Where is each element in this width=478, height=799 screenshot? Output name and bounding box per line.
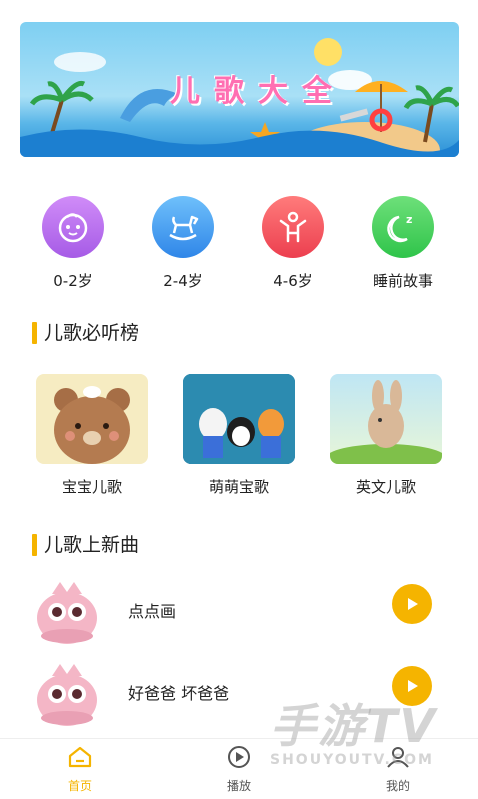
card-cute-songs[interactable]: 萌萌宝歌 bbox=[183, 374, 295, 497]
song-row[interactable]: 好爸爸 坏爸爸 bbox=[30, 656, 450, 728]
category-label: 4-6岁 bbox=[273, 272, 313, 290]
section-accent-bar bbox=[32, 534, 37, 556]
nav-label: 播放 bbox=[226, 779, 251, 793]
card-label: 萌萌宝歌 bbox=[208, 478, 269, 496]
rocking-horse-icon bbox=[152, 196, 214, 258]
section-title-new: 儿歌上新曲 bbox=[32, 532, 139, 558]
card-label: 英文儿歌 bbox=[355, 478, 416, 496]
section-title-text: 儿歌上新曲 bbox=[44, 534, 140, 556]
play-icon bbox=[408, 598, 418, 610]
section-title-hot: 儿歌必听榜 bbox=[32, 320, 139, 346]
song-thumbnail-owl bbox=[30, 656, 104, 728]
song-thumbnail-owl bbox=[30, 574, 104, 646]
play-icon bbox=[408, 680, 418, 692]
play-button[interactable] bbox=[392, 584, 432, 624]
section-accent-bar bbox=[32, 322, 37, 344]
play-button[interactable] bbox=[392, 666, 432, 706]
category-0-2[interactable]: 0-2岁 bbox=[28, 196, 118, 291]
nav-label: 首页 bbox=[67, 779, 92, 793]
card-thumbnail-octonauts bbox=[183, 374, 295, 464]
banner-title: 儿歌大全 bbox=[170, 74, 346, 109]
bottom-nav: 首页 播放 我的 bbox=[0, 738, 478, 799]
user-icon bbox=[387, 747, 409, 768]
nav-label: 我的 bbox=[385, 779, 410, 793]
home-icon bbox=[68, 746, 92, 768]
card-label: 宝宝儿歌 bbox=[61, 478, 122, 496]
song-title: 好爸爸 坏爸爸 bbox=[128, 684, 230, 703]
svg-text:z: z bbox=[406, 213, 412, 226]
category-2-4[interactable]: 2-4岁 bbox=[138, 196, 228, 291]
banner[interactable]: 儿歌大全 bbox=[20, 22, 459, 157]
baby-face-icon bbox=[42, 196, 104, 258]
nav-play[interactable]: 播放 bbox=[209, 745, 269, 794]
card-english-songs[interactable]: 英文儿歌 bbox=[330, 374, 442, 497]
category-4-6[interactable]: 4-6岁 bbox=[248, 196, 338, 291]
category-label: 0-2岁 bbox=[53, 272, 93, 290]
category-label: 2-4岁 bbox=[163, 272, 203, 290]
card-thumbnail-bear bbox=[36, 374, 148, 464]
song-row[interactable]: 点点画 bbox=[30, 574, 450, 646]
nav-mine[interactable]: 我的 bbox=[368, 745, 428, 794]
category-label: 睡前故事 bbox=[372, 272, 433, 290]
play-circle-icon bbox=[228, 746, 250, 768]
section-title-text: 儿歌必听榜 bbox=[44, 322, 140, 344]
moon-sleep-icon: z bbox=[372, 196, 434, 258]
card-baby-songs[interactable]: 宝宝儿歌 bbox=[36, 374, 148, 497]
card-thumbnail-rabbit bbox=[330, 374, 442, 464]
child-icon bbox=[262, 196, 324, 258]
category-row: 0-2岁 2-4岁 4-6岁 z 睡前故事 bbox=[0, 196, 478, 290]
category-bedtime[interactable]: z 睡前故事 bbox=[358, 196, 448, 291]
song-title: 点点画 bbox=[128, 602, 177, 621]
nav-home[interactable]: 首页 bbox=[50, 745, 110, 794]
